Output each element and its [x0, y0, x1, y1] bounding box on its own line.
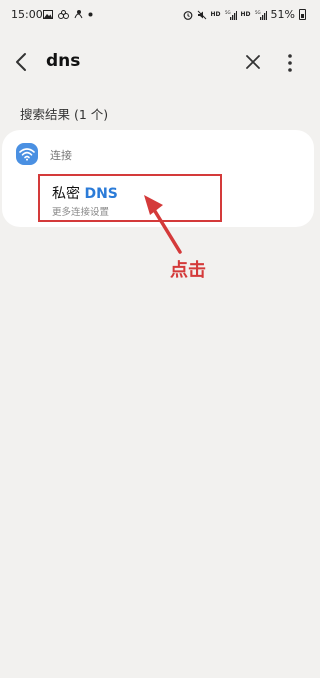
hd-label-1: HD — [210, 11, 221, 18]
dot-icon — [88, 12, 93, 16]
result-title-highlight: DNS — [84, 186, 118, 202]
annotation-arrow — [144, 195, 182, 254]
system-icons: HD 5G HD 5G 51% — [183, 8, 306, 21]
svg-text:5G: 5G — [255, 10, 261, 15]
signal-icon-1: 5G — [225, 10, 237, 20]
notification-icons — [43, 9, 93, 19]
wifi-icon — [16, 143, 38, 165]
app-icon — [58, 9, 69, 19]
close-icon[interactable] — [243, 52, 263, 72]
result-title: 私密 DNS — [52, 183, 118, 203]
battery-icon — [299, 9, 306, 20]
gallery-icon — [43, 9, 53, 19]
results-heading: 搜索结果 (1 个) — [20, 107, 109, 122]
result-title-prefix: 私密 — [52, 186, 85, 202]
mute-icon — [197, 10, 206, 19]
more-options-icon[interactable] — [280, 52, 300, 74]
private-dns-result[interactable]: 私密 DNS 更多连接设置 — [38, 174, 222, 222]
signal-icon-2: 5G — [255, 10, 267, 20]
result-card: 连接 私密 DNS 更多连接设置 — [2, 130, 314, 227]
status-time: 15:00 — [11, 8, 43, 21]
battery-percent: 51% — [270, 8, 295, 21]
search-appbar: dns — [0, 42, 316, 82]
category-label: 连接 — [50, 149, 72, 162]
click-annotation-label: 点击 — [170, 260, 206, 281]
steam-icon — [74, 10, 83, 19]
result-subtitle: 更多连接设置 — [52, 207, 110, 218]
back-icon[interactable] — [12, 50, 32, 74]
hd-label-2: HD — [240, 11, 251, 18]
svg-text:5G: 5G — [225, 10, 231, 15]
search-input[interactable]: dns — [46, 51, 80, 71]
alarm-icon — [183, 10, 192, 20]
status-bar: 15:00 HD 5G HD 5G 51% — [0, 0, 316, 30]
